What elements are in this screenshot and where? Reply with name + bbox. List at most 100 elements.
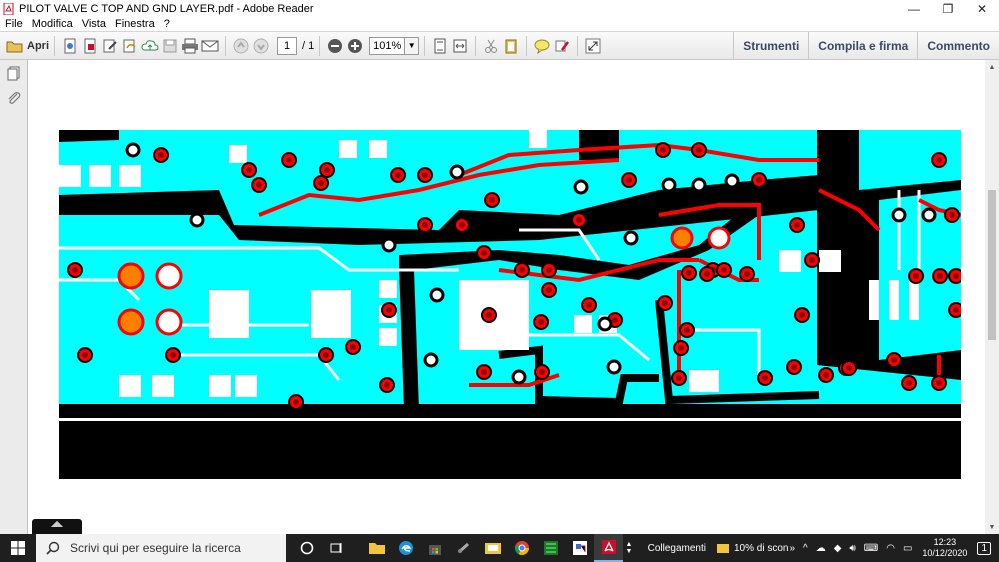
windows-logo-icon — [11, 541, 25, 555]
zoom-in-button[interactable] — [345, 36, 365, 56]
page-number-input[interactable] — [277, 36, 297, 55]
close-button[interactable]: ✕ — [965, 0, 999, 17]
menu-modifica[interactable]: Modifica — [32, 18, 73, 30]
dropbox-icon[interactable]: ◆ — [834, 543, 842, 554]
schematic-app[interactable] — [565, 534, 594, 562]
vertical-scrollbar[interactable]: ▲ ▼ — [985, 60, 999, 534]
links-toolbar-label[interactable]: Collegamenti — [648, 543, 706, 554]
cut-button[interactable] — [481, 36, 501, 56]
save-button[interactable] — [160, 36, 180, 56]
store-app[interactable] — [420, 534, 449, 562]
open-label: Apri — [27, 39, 49, 52]
clock-date: 10/12/2020 — [922, 548, 968, 558]
menu-bar: File Modifica Vista Finestra ? — [0, 17, 999, 31]
chevron-down-icon[interactable]: ▼ — [405, 36, 420, 55]
file-explorer-app[interactable] — [362, 534, 391, 562]
folder-icon — [6, 41, 23, 52]
fit-width-icon — [453, 39, 467, 52]
pages-panel-button[interactable] — [4, 64, 24, 84]
tray-expand-chevron-icon[interactable]: ^ — [803, 543, 808, 554]
taskbar-scroll[interactable]: ▲ ▼ — [623, 534, 635, 562]
chrome-app[interactable] — [507, 534, 536, 562]
window-controls: — ❐ ✕ — [897, 0, 999, 17]
highlighter-icon — [555, 40, 570, 51]
tools-button[interactable]: Strumenti — [733, 32, 808, 59]
start-button[interactable] — [0, 534, 36, 562]
mail-folder-icon — [484, 543, 501, 554]
pages-icon — [7, 66, 20, 81]
email-button[interactable] — [200, 36, 220, 56]
search-placeholder: Scrivi qui per eseguire la ricerca — [70, 541, 241, 555]
cortana-button[interactable] — [292, 534, 321, 562]
zoom-select[interactable]: ▼ — [369, 36, 420, 55]
window-title: PILOT VALVE C TOP AND GND LAYER.pdf - Ad… — [19, 2, 314, 15]
edge-icon — [398, 541, 413, 555]
highlight-button[interactable] — [552, 36, 572, 56]
menu-finestra[interactable]: Finestra — [115, 18, 155, 30]
menu-file[interactable]: File — [5, 18, 23, 30]
speech-bubble-icon — [534, 39, 550, 54]
export-pdf-icon — [84, 38, 96, 53]
paperclip-icon — [8, 92, 21, 104]
fill-sign-button[interactable]: Compila e firma — [808, 32, 917, 59]
next-page-button[interactable] — [251, 36, 271, 56]
page-total: / 1 — [302, 39, 315, 52]
scroll-down-icon[interactable]: ▼ — [985, 520, 999, 534]
title-bar: PILOT VALVE C TOP AND GND LAYER.pdf - Ad… — [0, 0, 999, 17]
clock-time: 12:23 — [933, 537, 957, 547]
wifi-icon[interactable]: ◠ — [886, 543, 895, 554]
speaker-icon[interactable]: 🔊︎ — [849, 543, 855, 554]
mail-app[interactable] — [478, 534, 507, 562]
toolbar-overflow-chevron[interactable]: » — [789, 543, 795, 554]
maximize-button[interactable]: ❐ — [931, 0, 965, 17]
notification-count[interactable]: 1 — [977, 541, 991, 555]
pdf-file-icon — [3, 2, 14, 15]
edge-browser-app[interactable] — [391, 534, 420, 562]
taskbar-search-box[interactable]: Scrivi qui per eseguire la ricerca — [36, 534, 286, 562]
zoom-out-button[interactable] — [325, 36, 345, 56]
open-button[interactable]: Apri — [6, 36, 49, 56]
attachments-panel-button[interactable] — [4, 88, 24, 108]
scrollbar-thumb[interactable] — [988, 190, 996, 340]
upload-cloud-button[interactable] — [140, 36, 160, 56]
clipboard-icon — [505, 39, 517, 53]
comment-panel-button[interactable]: Commento — [917, 32, 999, 59]
toolbar-separator — [424, 35, 426, 56]
menu-help[interactable]: ? — [164, 18, 170, 30]
schematic-icon — [572, 541, 587, 555]
keyboard-icon[interactable]: ⌨ — [864, 543, 878, 554]
create-pdf-button[interactable] — [60, 36, 80, 56]
sign-button[interactable] — [120, 36, 140, 56]
circuit-board-icon — [543, 541, 558, 555]
fullscreen-button[interactable] — [583, 36, 603, 56]
fit-width-button[interactable] — [450, 36, 470, 56]
comment-button[interactable] — [532, 36, 552, 56]
envelope-icon — [201, 40, 219, 51]
fit-page-icon — [434, 38, 446, 53]
pcb-app[interactable] — [536, 534, 565, 562]
battery-label[interactable]: 10% di scon — [734, 543, 788, 554]
toolbar-separator — [54, 35, 55, 56]
export-pdf-button[interactable] — [80, 36, 100, 56]
network-app[interactable] — [449, 534, 478, 562]
minimize-button[interactable]: — — [897, 0, 931, 17]
task-view-button[interactable] — [321, 534, 350, 562]
shopping-bag-icon — [428, 545, 441, 555]
previous-page-button[interactable] — [231, 36, 251, 56]
power-icon[interactable]: ▭ — [903, 543, 912, 554]
edit-pdf-button[interactable] — [100, 36, 120, 56]
fit-page-button[interactable] — [430, 36, 450, 56]
clipboard-button[interactable] — [501, 36, 521, 56]
menu-vista[interactable]: Vista — [82, 18, 106, 30]
onedrive-icon[interactable]: ☁ — [816, 543, 826, 554]
collapsed-panel-tab[interactable]: ◢◣ — [32, 519, 82, 534]
print-button[interactable] — [180, 36, 200, 56]
adobe-reader-app[interactable] — [594, 534, 623, 562]
zoom-input[interactable] — [369, 36, 406, 55]
save-icon — [163, 39, 177, 52]
clock[interactable]: 12:23 10/12/2020 — [922, 537, 967, 559]
right-tools: Strumenti Compila e firma Commento — [733, 32, 999, 59]
chrome-icon — [514, 541, 529, 555]
adobe-acrobat-icon — [601, 540, 616, 554]
scroll-up-icon[interactable]: ▲ — [985, 60, 999, 74]
